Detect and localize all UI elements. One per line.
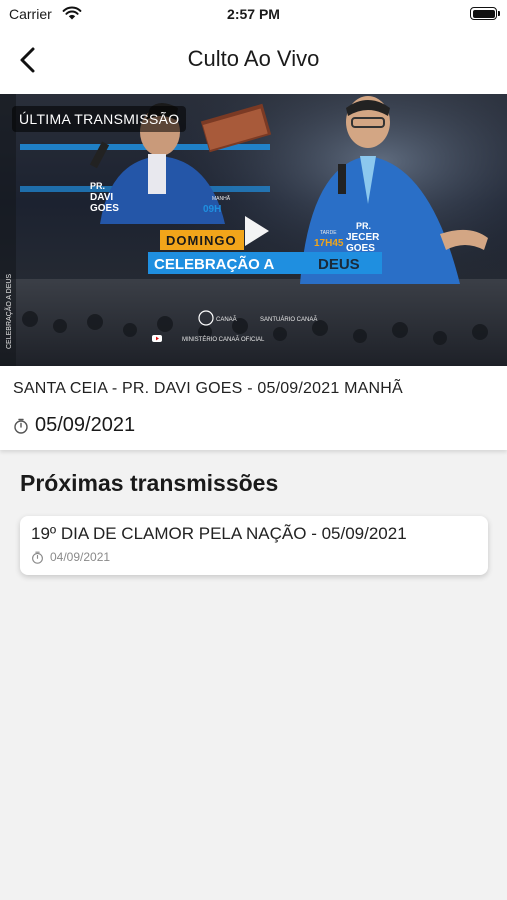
upcoming-item-date-row: 04/09/2021 [31, 550, 110, 564]
nav-bar: Culto Ao Vivo [0, 28, 507, 94]
stopwatch-icon [14, 418, 28, 434]
pastor-left-first: DAVI [90, 192, 113, 203]
battery-icon [470, 7, 500, 20]
time-left-label: MANHÃ [212, 195, 231, 202]
last-broadcast-info[interactable]: SANTA CEIA - PR. DAVI GOES - 05/09/2021 … [0, 366, 507, 450]
org-label: CANAÃ [216, 316, 237, 323]
event-label: CELEBRAÇÃO A [154, 255, 274, 273]
day-label: DOMINGO [166, 233, 237, 248]
pastor-right-first: JECER [346, 232, 380, 243]
last-broadcast-video[interactable]: CELEBRAÇÃO A DEUS PR. DAVI GOES MANHÃ 09… [0, 94, 507, 366]
time-right: 17H45 [314, 238, 344, 249]
play-icon[interactable] [241, 214, 271, 248]
last-broadcast-badge: ÚLTIMA TRANSMISSÃO [12, 106, 187, 132]
pastor-right-title: PR. [356, 221, 371, 231]
stopwatch-icon [32, 551, 43, 564]
upcoming-heading: Próximas transmissões [20, 470, 279, 496]
event-accent: DEUS [318, 256, 360, 273]
upcoming-item[interactable]: 19º DIA DE CLAMOR PELA NAÇÃO - 05/09/202… [20, 516, 488, 575]
side-text-left: CELEBRAÇÃO A DEUS [0, 94, 16, 366]
pastor-left-title: PR. [90, 181, 105, 191]
clock-time: 2:57 PM [227, 6, 280, 22]
upcoming-item-date: 04/09/2021 [50, 550, 111, 564]
pastor-left-last: GOES [90, 203, 119, 214]
upcoming-item-title: 19º DIA DE CLAMOR PELA NAÇÃO - 05/09/202… [31, 524, 407, 543]
status-bar: Carrier 2:57 PM [0, 0, 507, 28]
youtube-channel: MINISTÉRIO CANAÃ OFICIAL [182, 336, 265, 343]
last-broadcast-date-row: 05/09/2021 [13, 414, 135, 437]
last-broadcast-date: 05/09/2021 [35, 414, 136, 436]
last-broadcast-title: SANTA CEIA - PR. DAVI GOES - 05/09/2021 … [13, 380, 403, 397]
page-title: Culto Ao Vivo [187, 46, 320, 71]
time-left: 09H [203, 204, 221, 215]
venue-label: SANTUÁRIO CANAÃ [260, 316, 317, 323]
time-right-label: TARDE [320, 230, 337, 236]
side-text-label: CELEBRAÇÃO A DEUS [4, 274, 13, 349]
